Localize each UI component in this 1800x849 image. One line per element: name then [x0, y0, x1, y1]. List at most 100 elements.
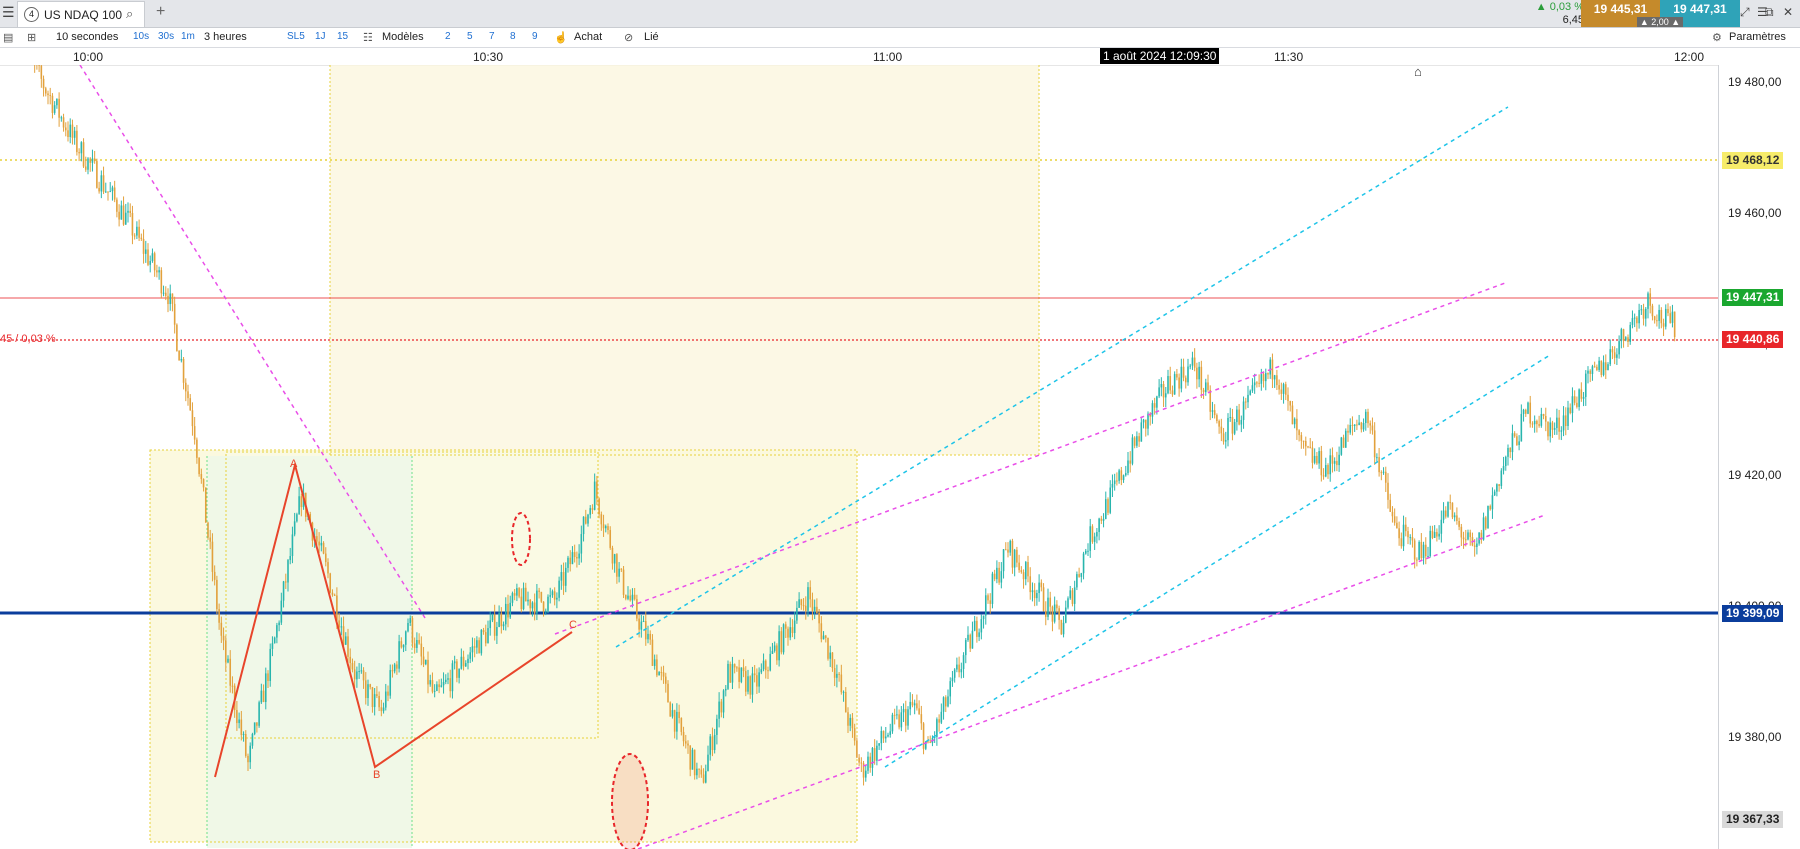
candle-body — [1384, 471, 1387, 483]
candle-body — [1162, 384, 1165, 398]
layout-grid-icon[interactable]: ⊞ — [27, 31, 36, 44]
candle-body — [1013, 549, 1016, 568]
candle-body — [347, 636, 349, 657]
candle-body — [1484, 517, 1487, 529]
candle-body — [398, 641, 400, 669]
candle-body — [984, 595, 987, 616]
quick-interval-10s[interactable]: 10s — [133, 31, 149, 42]
linked-button[interactable]: Lié — [644, 31, 659, 43]
candle-body — [607, 526, 609, 531]
search-icon[interactable]: ⌕ — [126, 6, 133, 22]
models-icon[interactable]: ☷ — [363, 31, 373, 44]
quick-interval-30s[interactable]: 30s — [158, 31, 174, 42]
candle-body — [824, 635, 827, 638]
candle-body — [216, 579, 218, 610]
candle-body — [511, 593, 514, 603]
add-tab-icon[interactable]: + — [156, 3, 165, 21]
candle-body — [840, 674, 843, 693]
candle-body — [1151, 403, 1154, 417]
candle-body — [158, 270, 160, 273]
time-axis: 10:00 10:30 11:00 11:30 12:00 — [0, 48, 1800, 66]
candle-body — [418, 639, 420, 644]
quick-period-1j[interactable]: 1J — [315, 31, 326, 42]
models-button[interactable]: Modèles — [382, 31, 424, 43]
candle-body — [529, 599, 532, 609]
hamburger-menu-icon[interactable]: ☰ — [2, 4, 15, 21]
candle-body — [784, 624, 787, 629]
home-marker-icon[interactable]: ⌂ — [1414, 64, 1422, 79]
candle-body — [993, 573, 996, 580]
candle-body — [251, 733, 254, 746]
candle-body — [44, 88, 47, 94]
candle-body — [1184, 377, 1187, 383]
settings-button[interactable]: Paramètres — [1729, 31, 1786, 43]
candle-body — [1009, 540, 1012, 553]
candle-body — [244, 734, 247, 756]
candle-body — [1482, 517, 1485, 540]
candle-body — [62, 117, 65, 128]
close-icon[interactable]: ✕ — [1783, 5, 1793, 19]
candle-body — [1460, 526, 1463, 538]
candle-body — [1364, 411, 1367, 423]
candle-body — [222, 635, 225, 641]
candle-body — [1258, 382, 1260, 384]
candle-body — [413, 643, 416, 648]
period-select[interactable]: 3 heures — [204, 31, 247, 43]
change-annotation: 45 / 0,03 % — [0, 333, 56, 345]
candle-body — [818, 613, 820, 624]
gear-icon[interactable]: ⚙ — [1712, 31, 1722, 44]
candle-body — [878, 743, 880, 746]
candle-body — [1393, 516, 1396, 523]
candle-body — [491, 614, 494, 621]
candle-body — [342, 626, 345, 645]
instrument-tab[interactable]: 4 US NDAQ 100 ⌕ — [17, 1, 145, 27]
candle-body — [602, 524, 605, 529]
candle-body — [947, 696, 949, 707]
preset-8[interactable]: 8 — [510, 31, 516, 42]
candle-body — [1589, 370, 1592, 374]
buy-button[interactable]: Achat — [574, 31, 602, 43]
candle-body — [64, 127, 67, 131]
candle-body — [82, 142, 85, 167]
candle-body — [1173, 374, 1176, 395]
candle-body — [1153, 403, 1156, 408]
candle-body — [1356, 424, 1358, 426]
candle-body — [1004, 549, 1007, 551]
expand-icon[interactable]: ⤢ — [1740, 5, 1750, 20]
popout-icon[interactable]: ⧉ — [1765, 5, 1774, 20]
candle-body — [1036, 593, 1038, 599]
candle-body — [480, 630, 483, 654]
price-chart[interactable] — [0, 65, 1718, 849]
candle-body — [349, 656, 352, 664]
candle-body — [538, 590, 540, 592]
candle-body — [393, 664, 396, 672]
candle-body — [1316, 455, 1318, 464]
preset-9[interactable]: 9 — [532, 31, 538, 42]
candle-body — [873, 748, 876, 761]
preset-2[interactable]: 2 — [445, 31, 451, 42]
interval-select[interactable]: 10 secondes — [56, 31, 118, 43]
candle-body — [909, 701, 912, 710]
quick-period-sl5[interactable]: SL5 — [287, 31, 305, 42]
candle-body — [633, 594, 636, 600]
candle-body — [591, 508, 594, 510]
candle-body — [1427, 556, 1429, 558]
crosshair-time-label: 1 août 2024 12:09:30 — [1100, 48, 1220, 64]
candle-body — [460, 656, 463, 669]
link-icon[interactable]: ⊘ — [624, 31, 633, 44]
preset-7[interactable]: 7 — [489, 31, 495, 42]
candle-body — [1542, 413, 1545, 417]
candle-body — [536, 590, 538, 614]
quick-period-15[interactable]: 15 — [337, 31, 348, 42]
preset-5[interactable]: 5 — [467, 31, 473, 42]
candle-body — [1544, 416, 1547, 422]
quick-interval-1m[interactable]: 1m — [181, 31, 195, 42]
candle-body — [227, 658, 229, 663]
price-tick: 19 380,00 — [1728, 730, 1782, 744]
candle-body — [1109, 487, 1112, 513]
list-view-icon[interactable]: ▤ — [3, 31, 13, 44]
candle-body — [333, 594, 336, 596]
buy-hand-icon[interactable]: ☝ — [554, 31, 568, 44]
candle-body — [78, 152, 80, 154]
candle-body — [1429, 530, 1432, 557]
